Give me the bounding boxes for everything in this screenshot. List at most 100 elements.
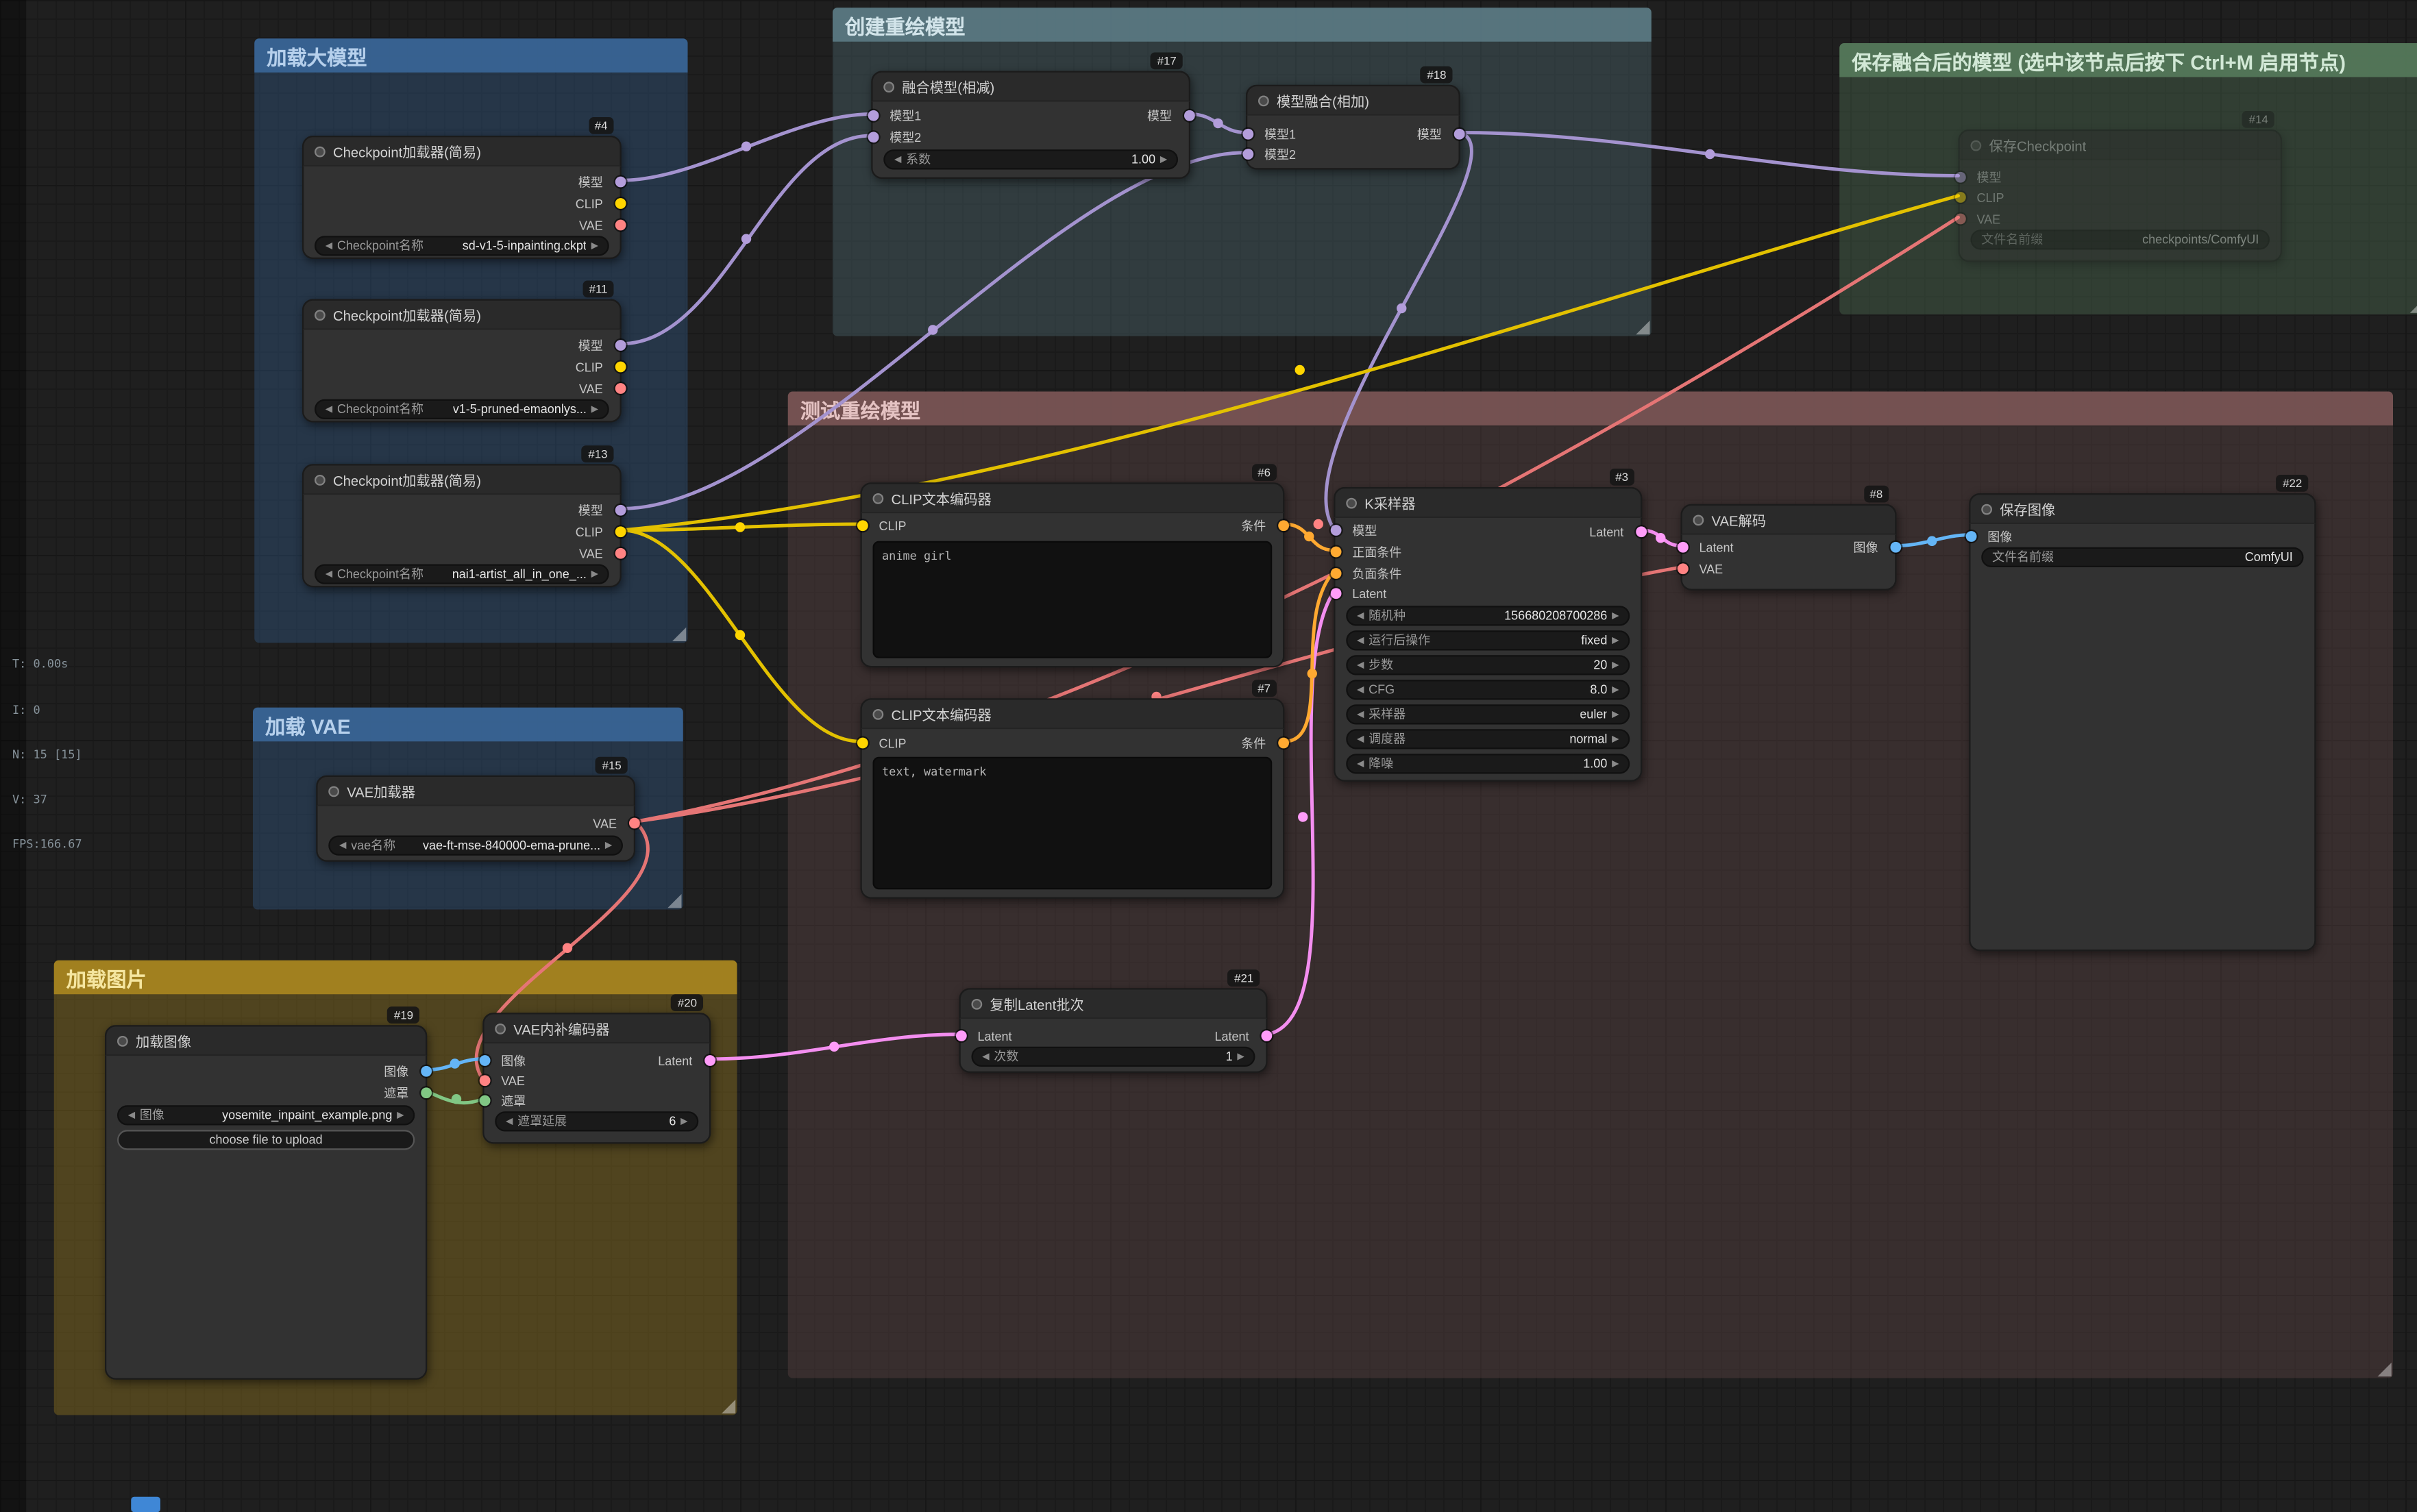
node-header[interactable]: 保存图像 xyxy=(1969,493,2316,524)
group-resize-handle[interactable] xyxy=(667,894,681,908)
combo-left-arrow-icon[interactable]: ◀ xyxy=(326,241,332,251)
combo-left-arrow-icon[interactable]: ◀ xyxy=(326,569,332,579)
latent-port-icon[interactable] xyxy=(1330,588,1341,599)
combo-left-arrow-icon[interactable]: ◀ xyxy=(339,841,346,850)
node-checkpoint-loader-13[interactable]: #13 Checkpoint加载器(简易) 模型 CLIP VAE ◀Check… xyxy=(302,464,622,587)
combo-left-arrow-icon[interactable]: ◀ xyxy=(128,1111,135,1120)
conditioning-port-icon[interactable] xyxy=(1277,520,1288,531)
node-vae-decode[interactable]: #8 VAE解码 Latent VAE 图像 xyxy=(1681,504,1897,591)
output-slot-image[interactable]: 图像 xyxy=(384,1062,426,1080)
input-slot-image[interactable]: 图像 xyxy=(484,1052,526,1070)
input-slot-latent[interactable]: Latent xyxy=(961,1027,1012,1045)
input-slot-negative[interactable]: 负面条件 xyxy=(1336,565,1402,583)
filename-prefix-widget[interactable]: 文件名前缀ComfyUI xyxy=(1981,547,2303,567)
upload-image-button[interactable]: choose file to upload xyxy=(117,1130,415,1150)
image-port-icon[interactable] xyxy=(420,1066,431,1077)
output-slot-model[interactable]: 模型 xyxy=(578,336,620,355)
latent-port-icon[interactable] xyxy=(1260,1030,1271,1041)
node-header[interactable]: 加载图像 xyxy=(105,1025,427,1056)
vae-port-icon[interactable] xyxy=(615,548,626,559)
output-slot-model[interactable]: 模型 xyxy=(1147,106,1189,125)
collapse-toggle-icon[interactable] xyxy=(1693,514,1704,525)
latent-port-icon[interactable] xyxy=(704,1055,715,1066)
conditioning-port-icon[interactable] xyxy=(1330,568,1341,579)
cfg-widget[interactable]: ◀CFG8.0▶ xyxy=(1346,680,1630,699)
collapse-toggle-icon[interactable] xyxy=(972,998,983,1009)
model-port-icon[interactable] xyxy=(1242,149,1253,160)
output-slot-vae[interactable]: VAE xyxy=(579,380,619,398)
node-header[interactable]: Checkpoint加载器(简易) xyxy=(302,464,622,495)
decrement-arrow-icon[interactable]: ◀ xyxy=(1357,636,1364,645)
decrement-arrow-icon[interactable]: ◀ xyxy=(1357,685,1364,695)
output-slot-clip[interactable]: CLIP xyxy=(576,195,620,213)
output-slot-conditioning[interactable]: 条件 xyxy=(1241,517,1283,535)
node-checkpoint-loader-11[interactable]: #11 Checkpoint加载器(简易) 模型 CLIP VAE ◀Check… xyxy=(302,299,622,423)
sampler-widget[interactable]: ◀采样器euler▶ xyxy=(1346,704,1630,724)
collapse-toggle-icon[interactable] xyxy=(883,81,894,92)
input-slot-clip[interactable]: CLIP xyxy=(1960,188,2004,207)
collapse-toggle-icon[interactable] xyxy=(328,785,339,796)
input-slot-clip[interactable]: CLIP xyxy=(862,734,907,752)
collapse-toggle-icon[interactable] xyxy=(873,493,884,504)
collapse-toggle-icon[interactable] xyxy=(1258,95,1269,106)
node-header[interactable]: VAE解码 xyxy=(1681,504,1897,535)
node-header[interactable]: CLIP文本编码器 xyxy=(861,698,1285,729)
output-slot-vae[interactable]: VAE xyxy=(579,544,619,562)
latent-port-icon[interactable] xyxy=(1635,526,1646,537)
model-port-icon[interactable] xyxy=(615,177,626,188)
combo-right-arrow-icon[interactable]: ▶ xyxy=(605,841,612,850)
input-slot-vae[interactable]: VAE xyxy=(484,1071,525,1090)
model-port-icon[interactable] xyxy=(868,132,879,142)
increment-arrow-icon[interactable]: ▶ xyxy=(1160,155,1167,164)
node-header[interactable]: VAE内补编码器 xyxy=(482,1013,711,1043)
input-slot-image[interactable]: 图像 xyxy=(1971,528,2013,546)
clip-port-icon[interactable] xyxy=(857,738,868,749)
checkpoint-name-widget[interactable]: ◀Checkpoint名称sd-v1-5-inpainting.ckpt▶ xyxy=(315,236,609,256)
mask-port-icon[interactable] xyxy=(479,1095,490,1106)
model-port-icon[interactable] xyxy=(1453,129,1464,140)
input-slot-latent[interactable]: Latent xyxy=(1336,584,1387,603)
latent-port-icon[interactable] xyxy=(1677,542,1688,553)
output-slot-model[interactable]: 模型 xyxy=(578,173,620,191)
decrement-arrow-icon[interactable]: ◀ xyxy=(982,1052,989,1062)
node-checkpoint-loader-4[interactable]: #4 Checkpoint加载器(简易) 模型 CLIP VAE ◀Checkp… xyxy=(302,136,622,259)
input-slot-model[interactable]: 模型 xyxy=(1960,168,2002,186)
node-header[interactable]: Checkpoint加载器(简易) xyxy=(302,136,622,166)
collapse-toggle-icon[interactable] xyxy=(1971,140,1982,151)
input-slot-vae[interactable]: VAE xyxy=(1682,560,1723,578)
group-title-bar[interactable]: 创建重绘模型 xyxy=(833,8,1652,42)
input-slot-model2[interactable]: 模型2 xyxy=(873,128,922,147)
combo-right-arrow-icon[interactable]: ▶ xyxy=(397,1111,404,1120)
model-port-icon[interactable] xyxy=(615,505,626,516)
group-resize-handle[interactable] xyxy=(2410,299,2417,313)
mask-port-icon[interactable] xyxy=(420,1087,431,1098)
collapse-toggle-icon[interactable] xyxy=(1981,504,1992,515)
node-header[interactable]: K采样器 xyxy=(1334,487,1642,518)
collapse-toggle-icon[interactable] xyxy=(873,708,884,719)
combo-left-arrow-icon[interactable]: ◀ xyxy=(326,405,332,414)
output-slot-latent[interactable]: Latent xyxy=(658,1052,709,1070)
node-header[interactable]: VAE加载器 xyxy=(316,776,635,806)
vae-port-icon[interactable] xyxy=(479,1075,490,1086)
combo-right-arrow-icon[interactable]: ▶ xyxy=(1612,734,1619,744)
vae-port-icon[interactable] xyxy=(628,818,639,829)
image-file-widget[interactable]: ◀图像yosemite_inpaint_example.png▶ xyxy=(117,1105,415,1125)
clip-port-icon[interactable] xyxy=(615,362,626,373)
group-resize-handle[interactable] xyxy=(2378,1363,2392,1376)
collapse-toggle-icon[interactable] xyxy=(495,1023,506,1034)
node-ksampler[interactable]: #3 K采样器 模型 正面条件 负面条件 Latent Latent ◀随机种1… xyxy=(1334,487,1642,782)
decrement-arrow-icon[interactable]: ◀ xyxy=(894,155,901,164)
clip-port-icon[interactable] xyxy=(1954,192,1965,203)
collapse-toggle-icon[interactable] xyxy=(315,474,326,485)
input-slot-positive[interactable]: 正面条件 xyxy=(1336,543,1402,561)
filename-prefix-widget[interactable]: 文件名前缀checkpoints/ComfyUI xyxy=(1971,230,2270,249)
image-port-icon[interactable] xyxy=(479,1055,490,1066)
clip-port-icon[interactable] xyxy=(857,520,868,531)
group-title-bar[interactable]: 测试重绘模型 xyxy=(788,392,2393,426)
vae-name-widget[interactable]: ◀vae名称vae-ft-mse-840000-ema-prune...▶ xyxy=(328,836,623,856)
group-title-bar[interactable]: 保存融合后的模型 (选中该节点后按下 Ctrl+M 启用节点) xyxy=(1839,43,2417,77)
combo-left-arrow-icon[interactable]: ◀ xyxy=(1357,734,1364,744)
group-title-bar[interactable]: 加载 VAE xyxy=(253,708,683,742)
vae-port-icon[interactable] xyxy=(1677,563,1688,574)
conditioning-port-icon[interactable] xyxy=(1330,547,1341,558)
